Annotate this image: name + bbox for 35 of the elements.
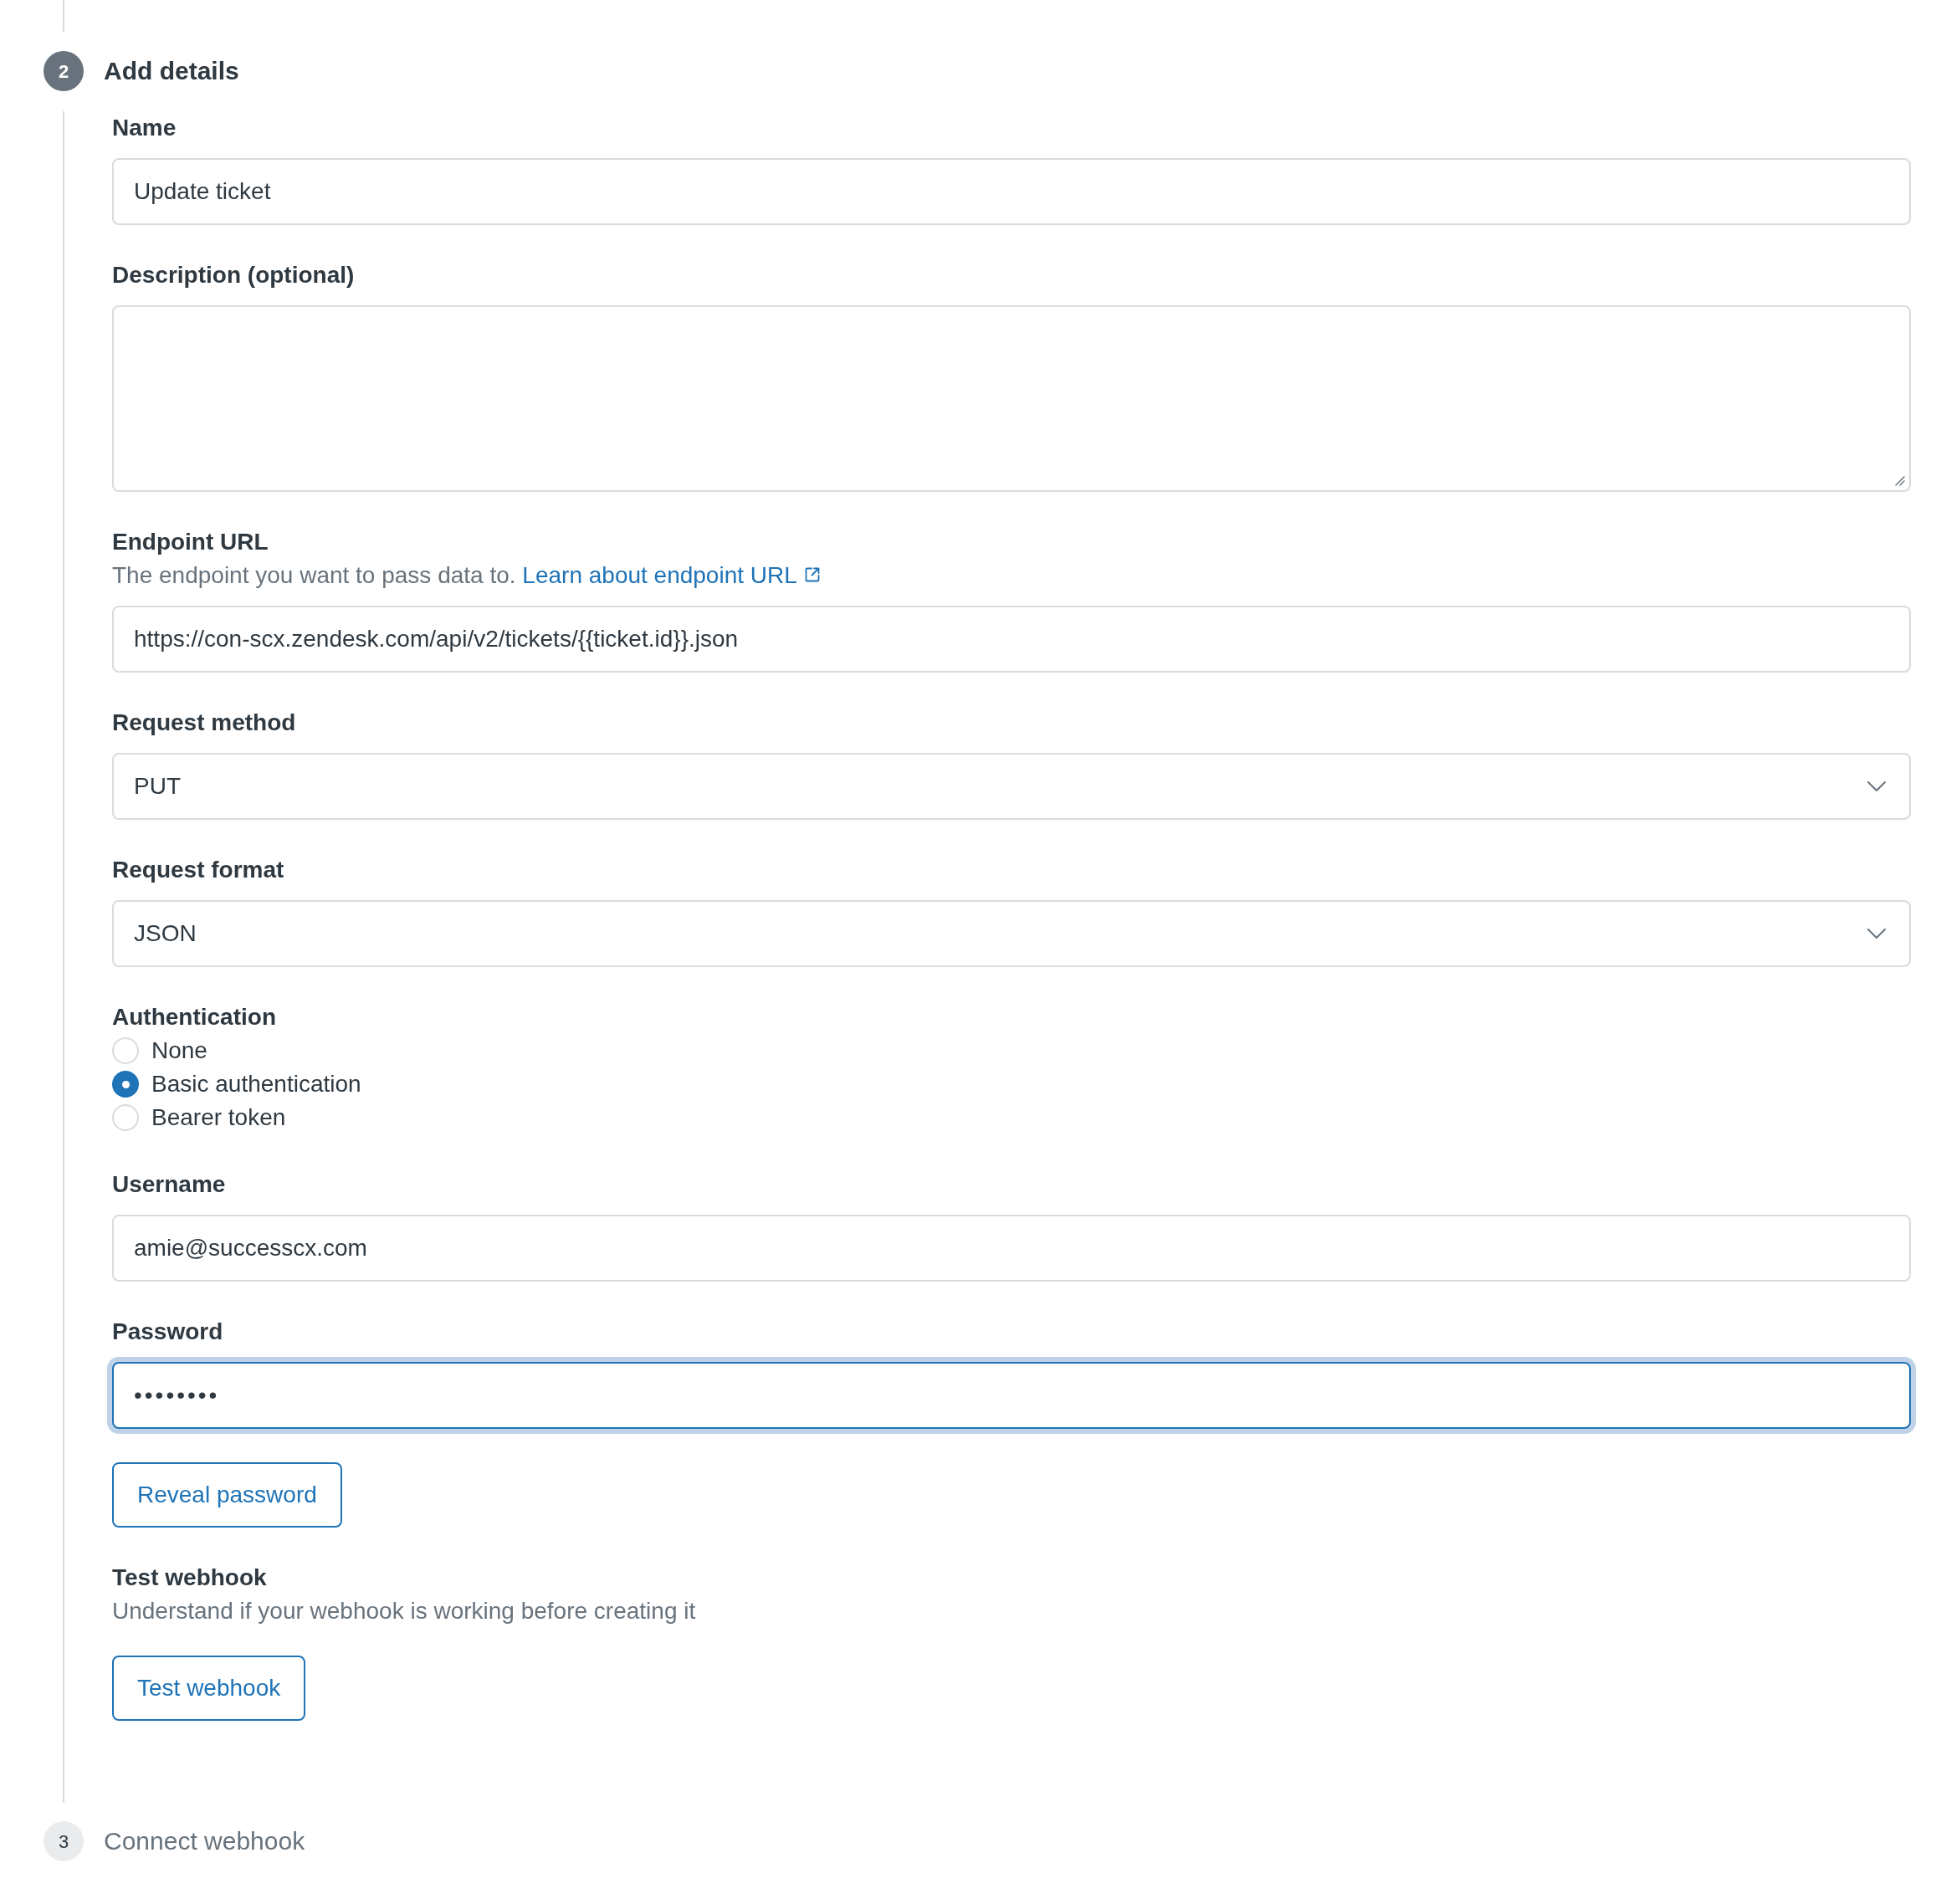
- field-label: Password: [112, 1318, 224, 1346]
- field-label: Authentication: [112, 1003, 277, 1031]
- help-link[interactable]: Learn about endpoint URL: [522, 562, 821, 588]
- radio-label[interactable]: None: [151, 1034, 207, 1067]
- step-title: Connect webhook: [104, 1826, 305, 1856]
- step-number: 3: [44, 1821, 84, 1861]
- action-button[interactable]: Reveal password: [112, 1462, 342, 1528]
- field-label: Name: [112, 114, 177, 142]
- radio-label[interactable]: Bearer token: [151, 1101, 286, 1134]
- radio-label[interactable]: Basic authentication: [151, 1067, 361, 1101]
- step-number: 2: [44, 51, 84, 91]
- password-input[interactable]: ••••••••: [107, 1357, 1916, 1434]
- dropdown-select[interactable]: JSON: [112, 900, 1911, 967]
- step-title: Add details: [104, 56, 239, 86]
- radio-button[interactable]: [112, 1104, 139, 1131]
- textarea-input[interactable]: [112, 305, 1911, 492]
- field-label: Endpoint URL: [112, 528, 269, 556]
- chevron-down-icon: [1867, 781, 1886, 791]
- external-link-icon: [803, 566, 821, 583]
- field-label: Request method: [112, 709, 297, 737]
- text-input[interactable]: Update ticket: [112, 158, 1911, 225]
- text-input[interactable]: amie@successcx.com: [112, 1215, 1911, 1282]
- section-hint: Understand if your webhook is working before creating it: [112, 1597, 697, 1625]
- text-input[interactable]: https://con-scx.zendesk.com/api/v2/tickets/{{ticket.id}}.json: [112, 606, 1911, 673]
- dropdown-select[interactable]: PUT: [112, 753, 1911, 820]
- radio-button[interactable]: [112, 1071, 139, 1098]
- radio-button[interactable]: [112, 1037, 139, 1064]
- field-hint: The endpoint you want to pass data to. Learn about endpoint URL: [112, 559, 1911, 592]
- field-label: Request format: [112, 856, 285, 884]
- action-button[interactable]: Test webhook: [112, 1656, 306, 1721]
- chevron-down-icon: [1867, 929, 1886, 939]
- field-label: Test webhook: [112, 1564, 268, 1592]
- field-label: Username: [112, 1170, 227, 1199]
- resize-grip-icon[interactable]: [1895, 476, 1905, 486]
- field-label: Description (optional): [112, 261, 356, 289]
